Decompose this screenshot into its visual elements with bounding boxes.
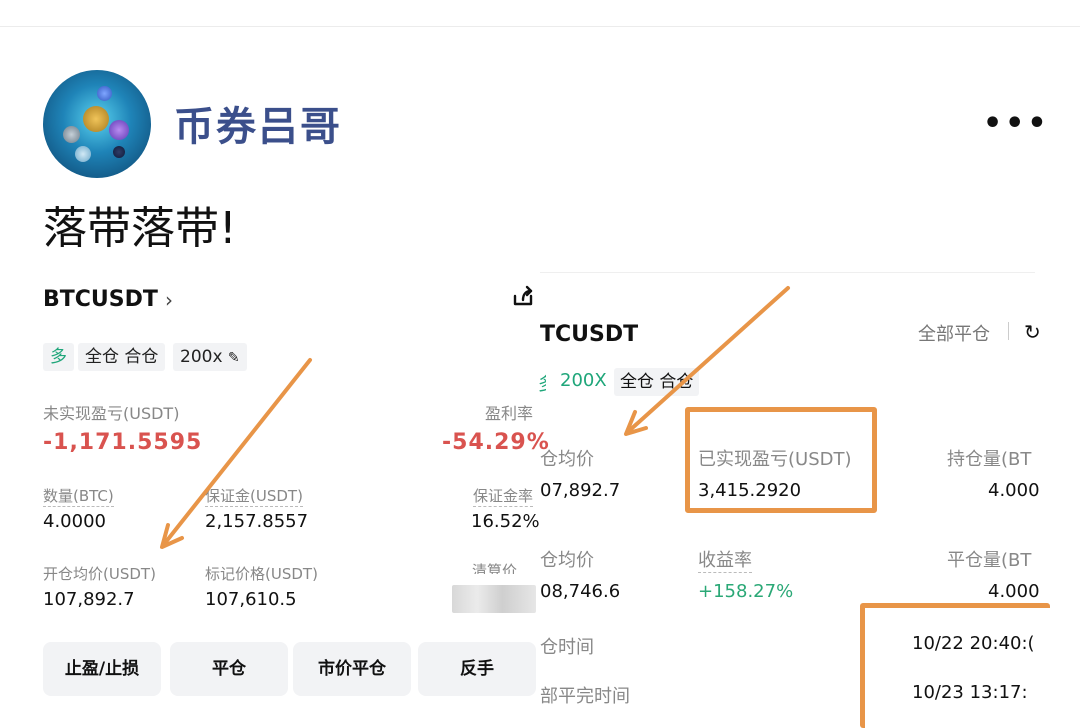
margin-rate-label: 保证金率: [473, 487, 534, 507]
tp-sl-button[interactable]: 止盈/止损: [43, 642, 161, 696]
blurred-liquidation-value: [452, 585, 536, 613]
direction-tag: 多: [43, 343, 74, 371]
market-close-button[interactable]: 市价平仓: [293, 642, 411, 696]
right-symbol[interactable]: TCUSDT: [540, 322, 638, 347]
avatar[interactable]: [43, 70, 151, 178]
post-text: 落带落带!: [43, 203, 237, 254]
username[interactable]: 币券吕哥: [174, 94, 342, 152]
close-qty-label: 平仓量(BT: [947, 550, 1032, 571]
close-position-button[interactable]: 平仓: [170, 642, 288, 696]
pencil-icon[interactable]: ✎: [228, 350, 240, 366]
holding-qty-label: 持仓量(BT: [947, 449, 1032, 470]
pnl-rate-label: 盈利率: [485, 404, 534, 423]
mark-price-label: 标记价格(USDT): [205, 565, 318, 583]
qty-label: 数量(BTC): [43, 487, 114, 507]
leverage-value: 200x: [180, 347, 223, 367]
right-leverage: 200X: [560, 370, 607, 391]
entry-price-label: 开仓均价(USDT): [43, 565, 156, 583]
margin-value: 2,157.8557: [205, 511, 309, 532]
close-avg-value: 08,746.6: [540, 581, 621, 602]
more-horizontal-icon[interactable]: •••: [983, 109, 1047, 139]
header-separator: [1008, 322, 1009, 340]
right-direction-tag: 多: [538, 370, 546, 396]
reverse-button[interactable]: 反手: [418, 642, 536, 696]
share-icon-partial[interactable]: ↻: [1024, 320, 1041, 344]
entry-price-value: 107,892.7: [43, 589, 135, 610]
qty-value: 4.0000: [43, 511, 106, 532]
unrealized-pnl-value: -1,171.5595: [43, 430, 203, 455]
yield-label: 收益率: [698, 546, 752, 573]
top-divider: [0, 26, 1080, 27]
right-margin-mode: 全仓 合仓: [614, 368, 700, 396]
leverage-tag[interactable]: 200x ✎: [173, 343, 247, 371]
margin-label: 保证金(USDT): [205, 487, 303, 507]
close-all-button[interactable]: 全部平仓: [918, 320, 990, 346]
unrealized-pnl-label: 未实现盈亏(USDT): [43, 404, 180, 423]
open-time-label: 仓时间: [540, 637, 594, 658]
realized-pnl-highlight-box: [685, 407, 877, 513]
left-symbol[interactable]: BTCUSDT: [43, 287, 158, 312]
margin-rate-value: 16.52%: [471, 511, 540, 532]
chevron-right-icon[interactable]: ›: [165, 288, 173, 312]
right-card-divider: [540, 272, 1035, 273]
time-highlight-box: [860, 603, 1050, 728]
close-time-label: 部平完时间: [540, 686, 630, 707]
open-avg-label: 仓均价: [540, 449, 594, 470]
pnl-rate-value: -54.29%: [442, 430, 550, 455]
liquidation-label: 清算价: [472, 562, 518, 574]
open-avg-value: 07,892.7: [540, 480, 621, 501]
mark-price-value: 107,610.5: [205, 589, 297, 610]
holding-qty-value: 4.000: [988, 480, 1040, 501]
close-qty-value: 4.000: [988, 581, 1040, 602]
close-avg-label: 仓均价: [540, 550, 594, 571]
yield-value: +158.27%: [698, 581, 794, 602]
share-icon[interactable]: [509, 282, 537, 310]
margin-mode-tag: 全仓 合仓: [78, 343, 166, 371]
